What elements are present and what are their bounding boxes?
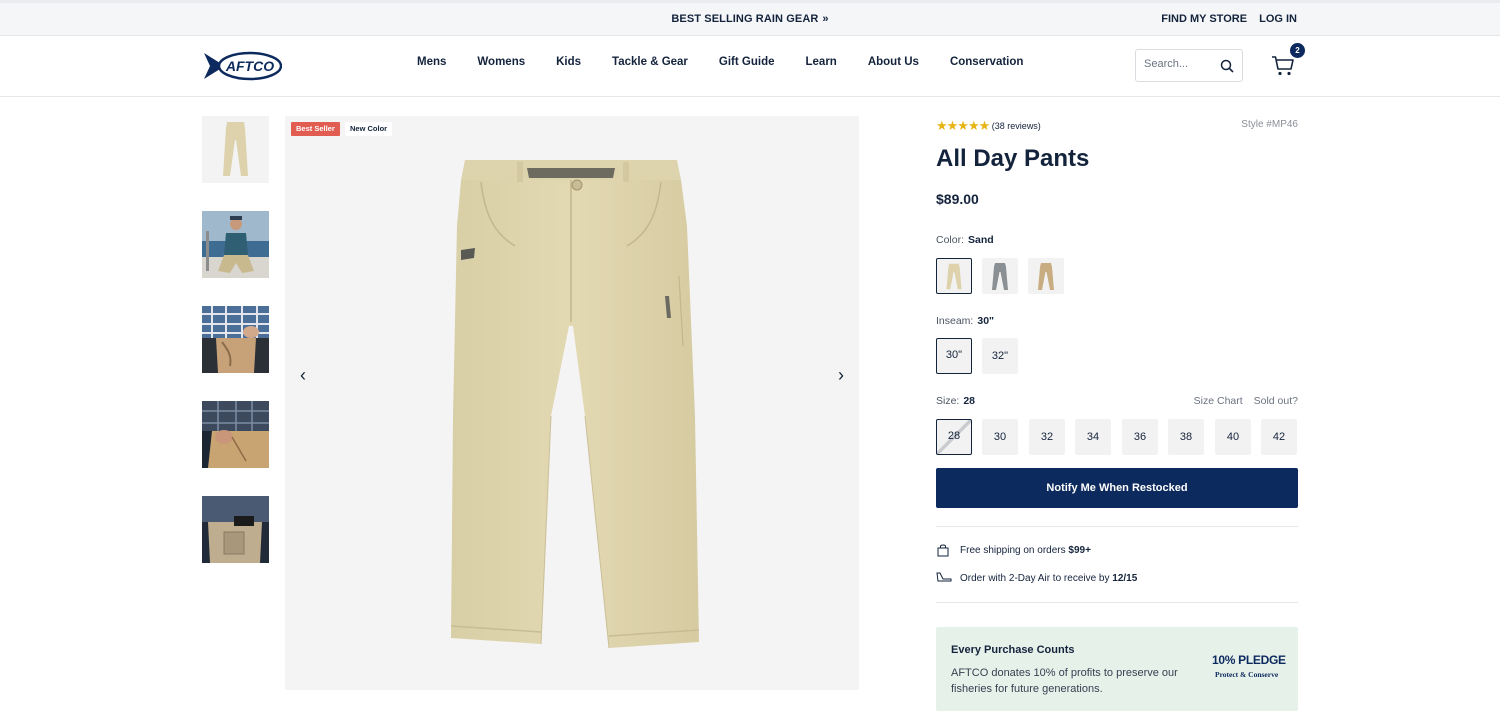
selected-inseam: 30" bbox=[977, 315, 995, 327]
logo-text: AFTCO bbox=[225, 58, 274, 74]
selected-color: Sand bbox=[968, 234, 994, 246]
nav-conservation[interactable]: Conservation bbox=[950, 56, 1024, 68]
nav-gift-guide[interactable]: Gift Guide bbox=[719, 56, 775, 68]
size-chart-link[interactable]: Size Chart bbox=[1194, 395, 1243, 407]
color-label: Color: Sand bbox=[936, 234, 994, 246]
notify-restock-button[interactable]: Notify Me When Restocked bbox=[936, 468, 1298, 508]
size-label-text: Size: bbox=[936, 395, 960, 407]
nav-womens[interactable]: Womens bbox=[477, 56, 525, 68]
selected-size: 28 bbox=[963, 395, 976, 407]
double-chevron-right-icon: » bbox=[822, 13, 829, 25]
inseam-option-30[interactable]: 30" bbox=[936, 338, 972, 374]
inseam-label-text: Inseam: bbox=[936, 315, 974, 327]
inseam-option-32[interactable]: 32" bbox=[982, 338, 1018, 374]
size-option-38[interactable]: 38 bbox=[1168, 419, 1204, 455]
thumbnail-pants[interactable] bbox=[202, 116, 269, 183]
promo-text[interactable]: BEST SELLING RAIN GEAR bbox=[671, 13, 818, 25]
thumbnail-plaid-pocket[interactable] bbox=[202, 306, 269, 373]
site-header: AFTCO Mens Womens Kids Tackle & Gear Gif… bbox=[0, 36, 1500, 97]
main-nav: Mens Womens Kids Tackle & Gear Gift Guid… bbox=[417, 56, 1054, 68]
search-input[interactable] bbox=[1144, 58, 1214, 70]
delivery-date: 12/15 bbox=[1112, 573, 1138, 584]
pledge-title: Every Purchase Counts bbox=[951, 644, 1075, 656]
divider bbox=[936, 602, 1298, 603]
cart-icon[interactable] bbox=[1271, 55, 1295, 77]
prev-image-arrow-icon[interactable]: ‹ bbox=[293, 366, 313, 386]
search-box bbox=[1135, 49, 1243, 82]
size-option-28[interactable]: 28 bbox=[936, 419, 972, 455]
color-label-text: Color: bbox=[936, 234, 965, 246]
pledge-logo-text: 10% PLEDGE bbox=[1212, 653, 1286, 667]
new-color-badge: New Color bbox=[345, 122, 393, 136]
promo-bar: BEST SELLING RAIN GEAR » FIND MY STORE LO… bbox=[0, 0, 1500, 36]
utility-links: FIND MY STORE LOG IN bbox=[1152, 13, 1297, 25]
sold-out-link[interactable]: Sold out? bbox=[1254, 395, 1298, 407]
divider bbox=[936, 526, 1298, 527]
color-swatch-khaki[interactable] bbox=[1028, 258, 1064, 294]
two-day-air-text: Order with 2-Day Air to receive by bbox=[960, 573, 1113, 584]
product-title: All Day Pants bbox=[936, 145, 1090, 172]
thumbnail-hand-pocket[interactable] bbox=[202, 401, 269, 468]
thumbnail-model-boat[interactable] bbox=[202, 211, 269, 278]
nav-tackle-gear[interactable]: Tackle & Gear bbox=[612, 56, 688, 68]
product-price: $89.00 bbox=[936, 191, 979, 207]
size-links: Size Chart Sold out? bbox=[1186, 395, 1298, 407]
best-seller-badge: Best Seller bbox=[291, 122, 340, 136]
size-option-36[interactable]: 36 bbox=[1122, 419, 1158, 455]
size-label: Size: 28 bbox=[936, 395, 975, 407]
color-swatch-gray[interactable] bbox=[982, 258, 1018, 294]
plane-icon bbox=[936, 572, 952, 582]
pledge-logo-subtext: Protect & Conserve bbox=[1215, 670, 1279, 679]
free-shipping-amount: $99+ bbox=[1068, 545, 1091, 556]
size-option-42[interactable]: 42 bbox=[1261, 419, 1297, 455]
find-my-store-link[interactable]: FIND MY STORE bbox=[1161, 13, 1247, 25]
size-option-34[interactable]: 34 bbox=[1075, 419, 1111, 455]
review-count[interactable]: (38 reviews) bbox=[992, 121, 1041, 131]
pledge-box: Every Purchase Counts AFTCO donates 10% … bbox=[936, 627, 1298, 711]
style-number: Style #MP46 bbox=[1241, 119, 1298, 130]
rating-summary[interactable]: ★★★★★ (38 reviews) bbox=[936, 118, 1041, 134]
color-swatch-sand[interactable] bbox=[936, 258, 972, 294]
inseam-label: Inseam: 30" bbox=[936, 315, 994, 327]
shopping-bag-icon bbox=[937, 544, 949, 557]
size-option-32[interactable]: 32 bbox=[1029, 419, 1065, 455]
main-product-image: Best Seller New Color ‹ › bbox=[285, 116, 859, 690]
size-option-30[interactable]: 30 bbox=[982, 419, 1018, 455]
nav-about-us[interactable]: About Us bbox=[868, 56, 919, 68]
pants-image bbox=[450, 160, 700, 649]
nav-kids[interactable]: Kids bbox=[556, 56, 581, 68]
aftco-logo[interactable]: AFTCO bbox=[202, 50, 282, 82]
next-image-arrow-icon[interactable]: › bbox=[831, 366, 851, 386]
thumbnail-cargo-pocket[interactable] bbox=[202, 496, 269, 563]
size-option-40[interactable]: 40 bbox=[1215, 419, 1251, 455]
ten-percent-pledge-logo[interactable]: 10% PLEDGE Protect & Conserve bbox=[1212, 653, 1286, 685]
login-link[interactable]: LOG IN bbox=[1259, 13, 1297, 25]
nav-learn[interactable]: Learn bbox=[806, 56, 837, 68]
free-shipping-text: Free shipping on orders bbox=[960, 545, 1069, 556]
cart-count-badge[interactable]: 2 bbox=[1290, 43, 1305, 58]
search-icon[interactable] bbox=[1220, 59, 1234, 73]
nav-mens[interactable]: Mens bbox=[417, 56, 446, 68]
pledge-description: AFTCO donates 10% of profits to preserve… bbox=[951, 667, 1178, 695]
star-rating-icon: ★★★★★ bbox=[936, 118, 990, 133]
